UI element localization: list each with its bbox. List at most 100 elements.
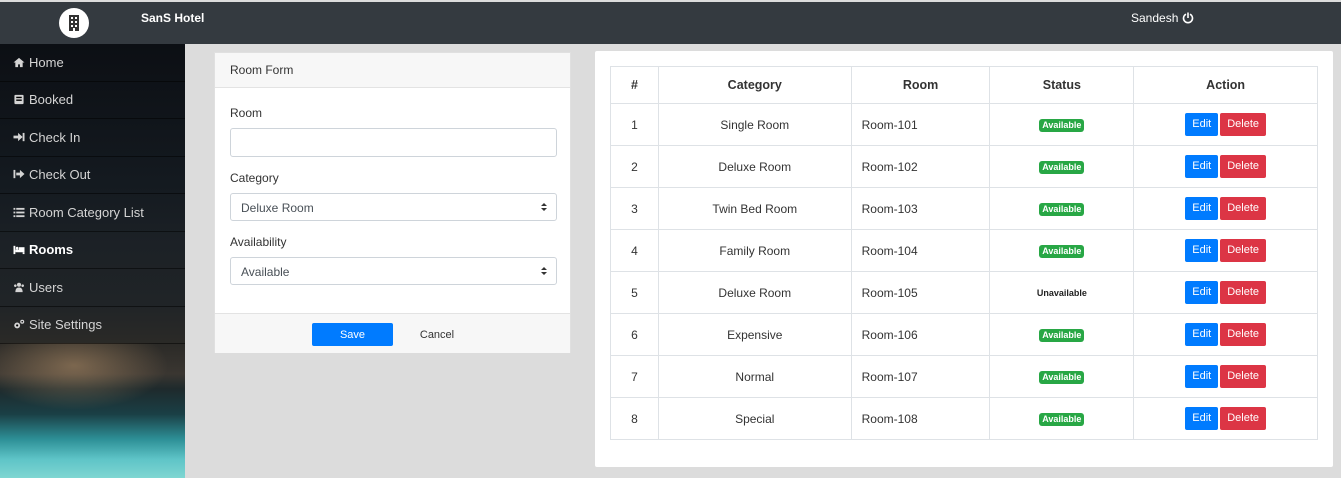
row-category: Deluxe Room	[657, 271, 852, 314]
sidebar-item-label: Users	[29, 279, 63, 295]
row-room: Room-104	[850, 229, 991, 272]
category-select[interactable]: Deluxe Room	[230, 193, 557, 221]
delete-button[interactable]: Delete	[1220, 113, 1266, 136]
form-title: Room Form	[215, 53, 570, 88]
sidebar-item-label: Home	[29, 54, 64, 70]
row-status: Available	[989, 187, 1135, 230]
status-badge: Available	[1039, 413, 1085, 426]
delete-button[interactable]: Delete	[1220, 323, 1266, 346]
row-actions: Edit Delete	[1133, 103, 1318, 146]
sidebar-item-users[interactable]: Users	[0, 269, 185, 307]
col-header-category: Category	[657, 66, 852, 104]
availability-label: Availability	[230, 235, 287, 249]
delete-button[interactable]: Delete	[1220, 281, 1266, 304]
cogs-icon	[13, 319, 27, 331]
status-badge: Available	[1039, 203, 1085, 216]
users-icon	[13, 281, 27, 293]
rooms-table-card: # Category Room Status Action 1 Single Ro…	[595, 51, 1333, 467]
col-header-action: Action	[1133, 66, 1318, 104]
row-status: Available	[989, 313, 1135, 356]
row-status: Available	[989, 397, 1135, 440]
building-icon	[69, 15, 79, 31]
status-badge: Available	[1039, 245, 1085, 258]
sign-out-icon	[13, 169, 27, 181]
edit-button[interactable]: Edit	[1185, 323, 1219, 346]
row-category: Normal	[657, 355, 852, 398]
select-caret-icon	[541, 203, 547, 211]
delete-button[interactable]: Delete	[1220, 239, 1266, 262]
edit-button[interactable]: Edit	[1185, 239, 1219, 262]
power-icon[interactable]	[1182, 12, 1194, 24]
sidebar-item-booked[interactable]: Booked	[0, 82, 185, 119]
status-badge: Available	[1039, 371, 1085, 384]
top-navbar: SanS Hotel Sandesh	[0, 2, 1341, 44]
sidebar-item-room-category-list[interactable]: Room Category List	[0, 194, 185, 232]
delete-button[interactable]: Delete	[1220, 197, 1266, 220]
status-badge: Available	[1039, 119, 1085, 132]
row-category: Expensive	[657, 313, 852, 356]
sidebar-item-site-settings[interactable]: Site Settings	[0, 307, 185, 344]
delete-button[interactable]: Delete	[1220, 365, 1266, 388]
row-number: 1	[610, 103, 659, 146]
delete-button[interactable]: Delete	[1220, 155, 1266, 178]
edit-button[interactable]: Edit	[1185, 155, 1219, 178]
table-row: 2 Deluxe Room Room-102 Available Edit Delete	[610, 145, 1318, 188]
row-room: Room-101	[850, 103, 991, 146]
table-row: 1 Single Room Room-101 Available Edit Delete	[610, 103, 1318, 146]
row-room: Room-107	[850, 355, 991, 398]
sidebar-item-home[interactable]: Home	[0, 44, 185, 82]
col-header-room: Room	[850, 66, 991, 104]
row-actions: Edit Delete	[1133, 187, 1318, 230]
status-badge: Unavailable	[1036, 288, 1087, 298]
sidebar-item-label: Site Settings	[29, 317, 102, 333]
sidebar-item-label: Booked	[29, 92, 74, 108]
edit-button[interactable]: Edit	[1185, 113, 1219, 136]
sidebar-item-check-in[interactable]: Check In	[0, 119, 185, 157]
status-badge: Available	[1039, 161, 1085, 174]
hotel-logo[interactable]	[59, 8, 89, 38]
room-form-card: Room Form Room Category Deluxe Room Avai…	[214, 52, 571, 353]
room-input[interactable]	[230, 128, 557, 157]
col-header-number: #	[610, 66, 659, 104]
row-number: 2	[610, 145, 659, 188]
edit-button[interactable]: Edit	[1185, 407, 1219, 430]
table-header-row: # Category Room Status Action	[610, 66, 1318, 104]
table-row: 3 Twin Bed Room Room-103 Available Edit Delet…	[610, 187, 1318, 230]
rooms-table: # Category Room Status Action 1 Single Ro…	[610, 66, 1318, 440]
row-actions: Edit Delete	[1133, 271, 1318, 314]
sidebar-item-check-out[interactable]: Check Out	[0, 157, 185, 194]
row-status: Available	[989, 103, 1135, 146]
sign-in-icon	[13, 131, 27, 143]
cancel-button[interactable]: Cancel	[407, 323, 467, 346]
sidebar-item-label: Room Category List	[29, 204, 144, 220]
sidebar-item-label: Check In	[29, 129, 81, 145]
row-number: 4	[610, 229, 659, 272]
delete-button[interactable]: Delete	[1220, 407, 1266, 430]
row-actions: Edit Delete	[1133, 313, 1318, 356]
table-row: 8 Special Room-108 Available Edit Delete	[610, 397, 1318, 440]
availability-select[interactable]: Available	[230, 257, 557, 285]
sidebar-item-rooms[interactable]: Rooms	[0, 232, 185, 269]
edit-button[interactable]: Edit	[1185, 365, 1219, 388]
row-number: 6	[610, 313, 659, 356]
col-header-status: Status	[989, 66, 1135, 104]
category-selected-value: Deluxe Room	[241, 201, 314, 215]
select-caret-icon	[541, 267, 547, 275]
row-category: Family Room	[657, 229, 852, 272]
row-actions: Edit Delete	[1133, 355, 1318, 398]
row-room: Room-102	[850, 145, 991, 188]
table-row: 6 Expensive Room-106 Available Edit Delete	[610, 313, 1318, 356]
user-menu[interactable]: Sandesh	[1131, 11, 1194, 25]
edit-button[interactable]: Edit	[1185, 197, 1219, 220]
home-icon	[13, 56, 27, 68]
save-button[interactable]: Save	[312, 323, 393, 346]
availability-selected-value: Available	[241, 265, 290, 279]
row-category: Single Room	[657, 103, 852, 146]
row-number: 7	[610, 355, 659, 398]
row-category: Twin Bed Room	[657, 187, 852, 230]
brand-title[interactable]: SanS Hotel	[141, 11, 204, 25]
form-footer: Save Cancel	[215, 313, 570, 353]
edit-button[interactable]: Edit	[1185, 281, 1219, 304]
row-category: Special	[657, 397, 852, 440]
row-room: Room-106	[850, 313, 991, 356]
